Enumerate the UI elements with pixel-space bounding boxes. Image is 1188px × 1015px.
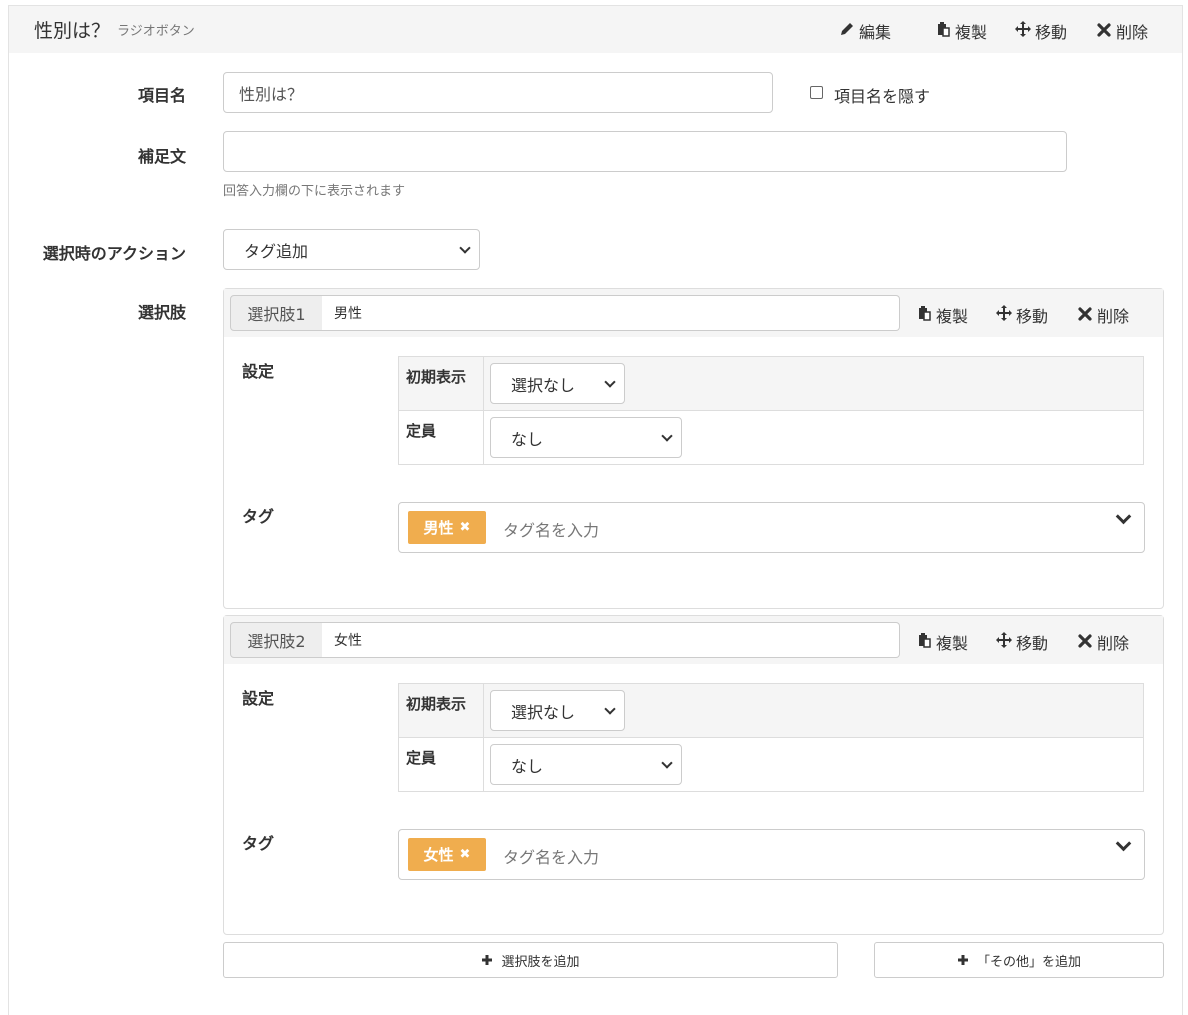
capacity-value: なし [511, 756, 544, 776]
capacity-value: なし [511, 429, 544, 449]
initial-display-label: 初期表示 [406, 695, 467, 713]
add-choice-label: 選択肢を追加 [501, 954, 580, 970]
choice-number-addon: 選択肢1 [230, 295, 323, 331]
choice-value: 男性 [334, 306, 362, 322]
action-select[interactable]: タグ追加 [223, 229, 480, 270]
plus-icon [957, 951, 969, 970]
initial-display-label: 初期表示 [406, 368, 467, 386]
tag-chip: 男性 ✖ [408, 511, 486, 544]
supplement-help: 回答入力欄の下に表示されます [223, 184, 406, 199]
tag-dropdown-toggle[interactable] [1115, 835, 1132, 852]
choice-move-button[interactable]: 移動 [995, 303, 1048, 327]
choice-move-button[interactable]: 移動 [995, 630, 1048, 654]
choice-number-addon: 選択肢2 [230, 622, 323, 658]
capacity-label: 定員 [406, 749, 437, 767]
choice-move-label: 移動 [1016, 307, 1049, 326]
action-select-value: タグ追加 [244, 241, 309, 261]
edit-label: 編集 [859, 23, 892, 42]
chevron-down-icon [604, 375, 616, 388]
tag-remove-icon[interactable]: ✖ [460, 847, 471, 862]
move-arrows-icon [995, 632, 1013, 652]
times-icon [1076, 633, 1094, 652]
initial-display-select[interactable]: 選択なし [490, 690, 625, 731]
times-icon [1076, 306, 1094, 325]
duplicate-button[interactable]: 複製 [934, 19, 987, 43]
plus-icon [481, 951, 493, 970]
hide-name-checkbox[interactable] [810, 86, 823, 99]
settings-label: 設定 [242, 362, 275, 381]
pencil-icon [838, 21, 856, 41]
edit-button[interactable]: 編集 [838, 19, 891, 43]
choice-delete-button[interactable]: 削除 [1076, 303, 1129, 327]
initial-display-value: 選択なし [511, 702, 576, 722]
times-icon [1095, 22, 1113, 41]
tag-placeholder: タグ名を入力 [503, 521, 600, 540]
add-other-label: 「その他」を追加 [976, 954, 1081, 970]
duplicate-label: 複製 [955, 23, 988, 42]
tag-dropdown-toggle[interactable] [1115, 508, 1132, 525]
chevron-down-icon [1115, 835, 1132, 852]
question-type-label: ラジオボタン [117, 24, 195, 39]
delete-label: 削除 [1116, 23, 1149, 42]
chevron-down-icon [661, 429, 673, 442]
add-choice-button[interactable]: 選択肢を追加 [223, 942, 838, 978]
choice-value-input[interactable]: 女性 [322, 622, 900, 658]
capacity-label: 定員 [406, 422, 437, 440]
tag-chip: 女性 ✖ [408, 838, 486, 871]
capacity-select[interactable]: なし [490, 744, 682, 785]
choice-delete-label: 削除 [1097, 307, 1130, 326]
initial-display-value: 選択なし [511, 375, 576, 395]
tag-label: タグ [242, 507, 275, 526]
checkbox-box[interactable] [810, 86, 823, 99]
question-title: 性別は？ [34, 20, 111, 42]
chevron-down-icon [459, 241, 471, 254]
move-arrows-icon [1014, 21, 1032, 41]
item-name-value: 性別は？ [239, 84, 304, 104]
choice-value: 女性 [334, 633, 362, 649]
choice-delete-label: 削除 [1097, 634, 1130, 653]
paste-icon [915, 632, 933, 652]
choice-duplicate-button[interactable]: 複製 [915, 303, 968, 327]
action-label: 選択時のアクション [42, 244, 186, 263]
choices-label: 選択肢 [137, 303, 186, 322]
move-arrows-icon [995, 305, 1013, 325]
tag-remove-icon[interactable]: ✖ [460, 520, 471, 535]
paste-icon [915, 305, 933, 325]
tag-chip-label: 女性 [423, 846, 454, 864]
choice-duplicate-label: 複製 [936, 307, 969, 326]
choice-duplicate-label: 複製 [936, 634, 969, 653]
supplement-input[interactable] [223, 131, 1067, 172]
chevron-down-icon [661, 756, 673, 769]
item-name-label: 項目名 [137, 86, 186, 105]
choice-duplicate-button[interactable]: 複製 [915, 630, 968, 654]
tag-label: タグ [242, 834, 275, 853]
move-label: 移動 [1035, 23, 1068, 42]
settings-label: 設定 [242, 689, 275, 708]
settings-column-divider [483, 357, 484, 464]
choice-value-input[interactable]: 男性 [322, 295, 900, 331]
hide-name-label: 項目名を隠す [834, 87, 931, 106]
chevron-down-icon [1115, 508, 1132, 525]
initial-display-select[interactable]: 選択なし [490, 363, 625, 404]
paste-icon [934, 21, 952, 41]
supplement-label: 補足文 [137, 147, 186, 166]
settings-column-divider [483, 684, 484, 791]
capacity-select[interactable]: なし [490, 417, 682, 458]
add-other-button[interactable]: 「その他」を追加 [874, 942, 1164, 978]
item-name-input[interactable]: 性別は？ [223, 72, 773, 113]
delete-button[interactable]: 削除 [1095, 19, 1148, 43]
tag-placeholder: タグ名を入力 [503, 848, 600, 867]
tag-chip-label: 男性 [423, 519, 454, 537]
chevron-down-icon [604, 702, 616, 715]
choice-delete-button[interactable]: 削除 [1076, 630, 1129, 654]
choice-move-label: 移動 [1016, 634, 1049, 653]
move-button[interactable]: 移動 [1014, 19, 1067, 43]
